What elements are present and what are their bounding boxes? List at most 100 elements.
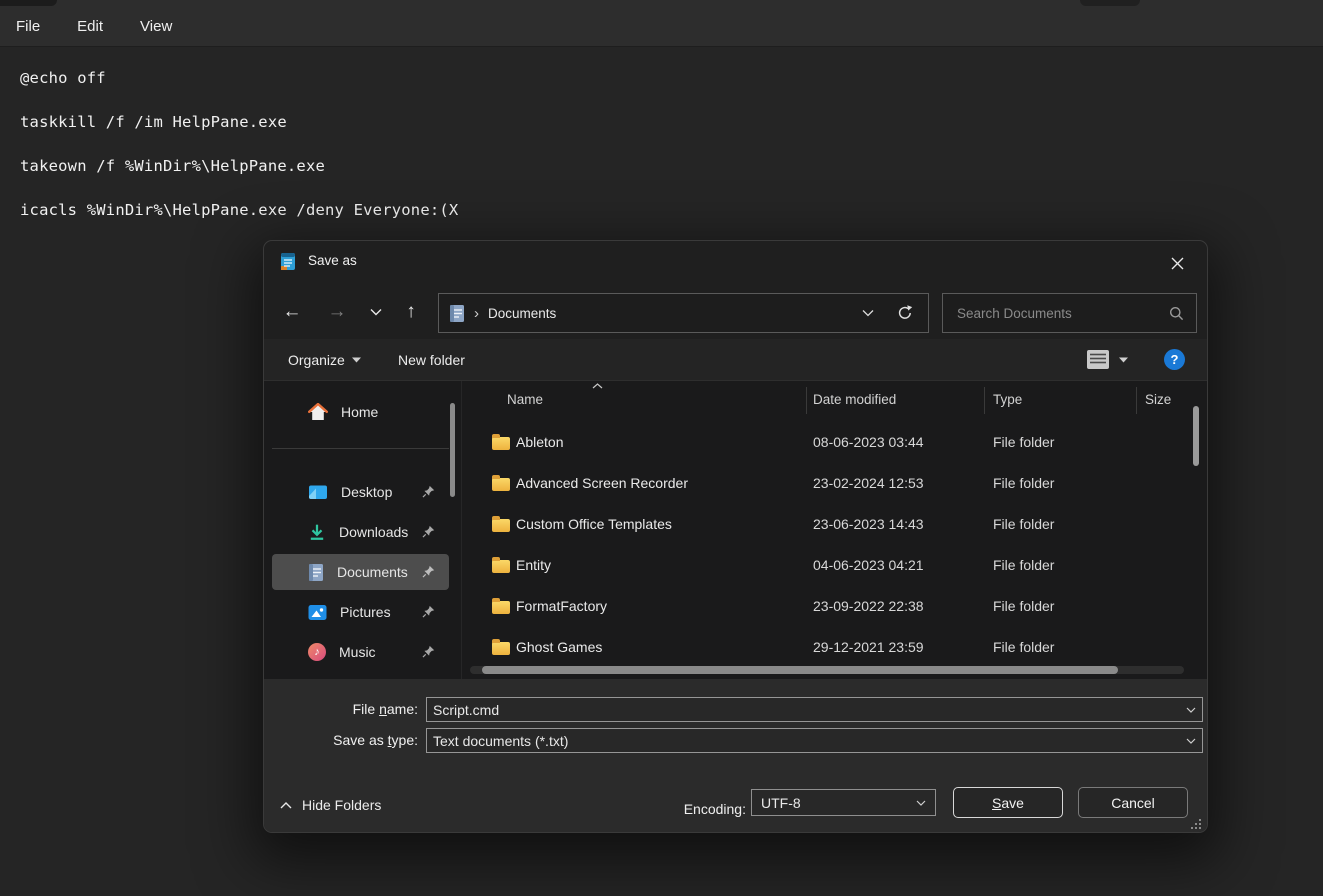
sidebar-scrollbar[interactable] bbox=[450, 403, 455, 497]
sidebar-item-pictures[interactable]: Pictures bbox=[272, 594, 449, 630]
save-as-type-value: Text documents (*.txt) bbox=[433, 733, 1186, 749]
view-details-icon[interactable] bbox=[1087, 350, 1109, 369]
column-header-type[interactable]: Type bbox=[993, 392, 1022, 407]
column-separator[interactable] bbox=[1136, 387, 1137, 414]
up-icon[interactable]: ↑ bbox=[395, 297, 427, 327]
search-icon bbox=[1169, 306, 1184, 321]
sidebar-item-label: Desktop bbox=[341, 484, 392, 500]
editor-line: takeown /f %WinDir%\HelpPane.exe bbox=[20, 144, 1323, 188]
list-vertical-scrollbar[interactable] bbox=[1193, 406, 1199, 466]
desktop-icon bbox=[308, 484, 328, 501]
pin-icon bbox=[422, 485, 435, 498]
sidebar-item-downloads[interactable]: Downloads bbox=[272, 514, 449, 550]
close-icon[interactable] bbox=[1163, 251, 1191, 275]
back-icon[interactable]: ← bbox=[276, 297, 308, 327]
column-header-size[interactable]: Size bbox=[1145, 392, 1171, 407]
sidebar-item-label: Pictures bbox=[340, 604, 391, 620]
sidebar-item-label: Downloads bbox=[339, 524, 408, 540]
menu-view[interactable]: View bbox=[140, 18, 172, 35]
hide-folders-button[interactable]: Hide Folders bbox=[280, 797, 381, 813]
column-separator[interactable] bbox=[984, 387, 985, 414]
sort-ascending-icon bbox=[592, 383, 603, 389]
file-row[interactable]: Ghost Games 29-12-2021 23:59 File folder bbox=[462, 627, 1192, 668]
menu-edit[interactable]: Edit bbox=[77, 18, 103, 35]
file-name-input[interactable] bbox=[433, 702, 1186, 718]
file-row[interactable]: Entity 04-06-2023 04:21 File folder bbox=[462, 545, 1192, 586]
cancel-button[interactable]: Cancel bbox=[1078, 787, 1188, 818]
file-date: 23-02-2024 12:53 bbox=[813, 475, 924, 491]
file-name: Ghost Games bbox=[516, 639, 602, 655]
breadcrumb[interactable]: Documents bbox=[488, 306, 556, 321]
sidebar-item-label: Music bbox=[339, 644, 376, 660]
folder-icon bbox=[492, 601, 510, 614]
organize-chevron-icon bbox=[352, 357, 361, 363]
file-name-label: File name: bbox=[264, 701, 418, 717]
list-horizontal-scrollbar-track[interactable] bbox=[470, 666, 1184, 674]
dialog-toolbar: Organize New folder ? bbox=[264, 339, 1207, 381]
address-bar[interactable]: › Documents bbox=[438, 293, 929, 333]
file-name: Ableton bbox=[516, 434, 563, 450]
navigation-row: ← → ↑ › Documents bbox=[264, 283, 1207, 339]
editor-line: icacls %WinDir%\HelpPane.exe /deny Every… bbox=[20, 188, 1323, 232]
pictures-icon bbox=[308, 604, 327, 621]
encoding-label: Encoding: bbox=[644, 801, 746, 817]
encoding-select[interactable]: UTF-8 bbox=[751, 789, 936, 816]
sidebar-item-desktop[interactable]: Desktop bbox=[272, 474, 449, 510]
folder-icon bbox=[492, 519, 510, 532]
help-icon[interactable]: ? bbox=[1164, 349, 1185, 370]
file-name-combobox bbox=[426, 697, 1203, 722]
list-horizontal-scrollbar[interactable] bbox=[482, 666, 1118, 674]
refresh-icon[interactable] bbox=[896, 304, 914, 322]
sidebar-item-label: Documents bbox=[337, 564, 408, 580]
sidebar-item-music[interactable]: ♪ Music bbox=[272, 634, 449, 670]
file-date: 08-06-2023 03:44 bbox=[813, 434, 924, 450]
organize-button[interactable]: Organize bbox=[288, 339, 361, 380]
pin-icon bbox=[422, 565, 435, 578]
chevron-up-icon bbox=[280, 802, 292, 809]
folder-icon bbox=[492, 642, 510, 655]
sidebar-divider bbox=[272, 448, 449, 449]
address-dropdown-chevron-icon[interactable] bbox=[862, 309, 874, 317]
folder-icon bbox=[492, 478, 510, 491]
dialog-title-bar[interactable]: Save as bbox=[264, 241, 1207, 283]
save-as-type-label: Save as type: bbox=[264, 732, 418, 748]
view-dropdown-chevron-icon[interactable] bbox=[1119, 357, 1128, 363]
sidebar-item-documents[interactable]: Documents bbox=[272, 554, 449, 590]
resize-grip[interactable] bbox=[1191, 819, 1202, 830]
dialog-body: Home Desktop bbox=[264, 381, 1207, 679]
search-input[interactable] bbox=[955, 305, 1169, 322]
column-header-name[interactable]: Name bbox=[507, 392, 543, 407]
navigation-pane: Home Desktop bbox=[264, 381, 461, 679]
file-name: FormatFactory bbox=[516, 598, 607, 614]
column-separator[interactable] bbox=[806, 387, 807, 414]
hide-folders-label: Hide Folders bbox=[302, 797, 381, 813]
save-button[interactable]: Save bbox=[953, 787, 1063, 818]
file-name-dropdown-chevron-icon[interactable] bbox=[1186, 707, 1196, 713]
forward-icon[interactable]: → bbox=[321, 297, 353, 327]
sidebar-item-home[interactable]: Home bbox=[272, 394, 449, 430]
menu-file[interactable]: File bbox=[16, 18, 40, 35]
home-icon bbox=[308, 403, 328, 421]
file-row[interactable]: Custom Office Templates 23-06-2023 14:43… bbox=[462, 504, 1192, 545]
save-as-type-select[interactable]: Text documents (*.txt) bbox=[426, 728, 1203, 753]
music-icon: ♪ bbox=[308, 643, 326, 661]
folder-icon bbox=[492, 560, 510, 573]
file-date: 29-12-2021 23:59 bbox=[813, 639, 924, 655]
file-type: File folder bbox=[993, 557, 1054, 573]
file-type: File folder bbox=[993, 475, 1054, 491]
file-row[interactable]: Ableton 08-06-2023 03:44 File folder bbox=[462, 422, 1192, 463]
new-folder-button[interactable]: New folder bbox=[398, 339, 465, 380]
file-name: Entity bbox=[516, 557, 551, 573]
editor-line: taskkill /f /im HelpPane.exe bbox=[20, 100, 1323, 144]
file-date: 04-06-2023 04:21 bbox=[813, 557, 924, 573]
file-name: Custom Office Templates bbox=[516, 516, 672, 532]
notepad-window: File Edit View @echo off taskkill /f /im… bbox=[0, 0, 1323, 896]
file-row[interactable]: FormatFactory 23-09-2022 22:38 File fold… bbox=[462, 586, 1192, 627]
column-header-date[interactable]: Date modified bbox=[813, 392, 896, 407]
file-row[interactable]: Advanced Screen Recorder 23-02-2024 12:5… bbox=[462, 463, 1192, 504]
notepad-icon bbox=[278, 251, 298, 272]
recent-locations-chevron-icon[interactable] bbox=[360, 297, 392, 327]
file-list: Name Date modified Type Size Ableton 08-… bbox=[461, 381, 1208, 679]
pin-icon bbox=[422, 525, 435, 538]
pin-icon bbox=[422, 645, 435, 658]
